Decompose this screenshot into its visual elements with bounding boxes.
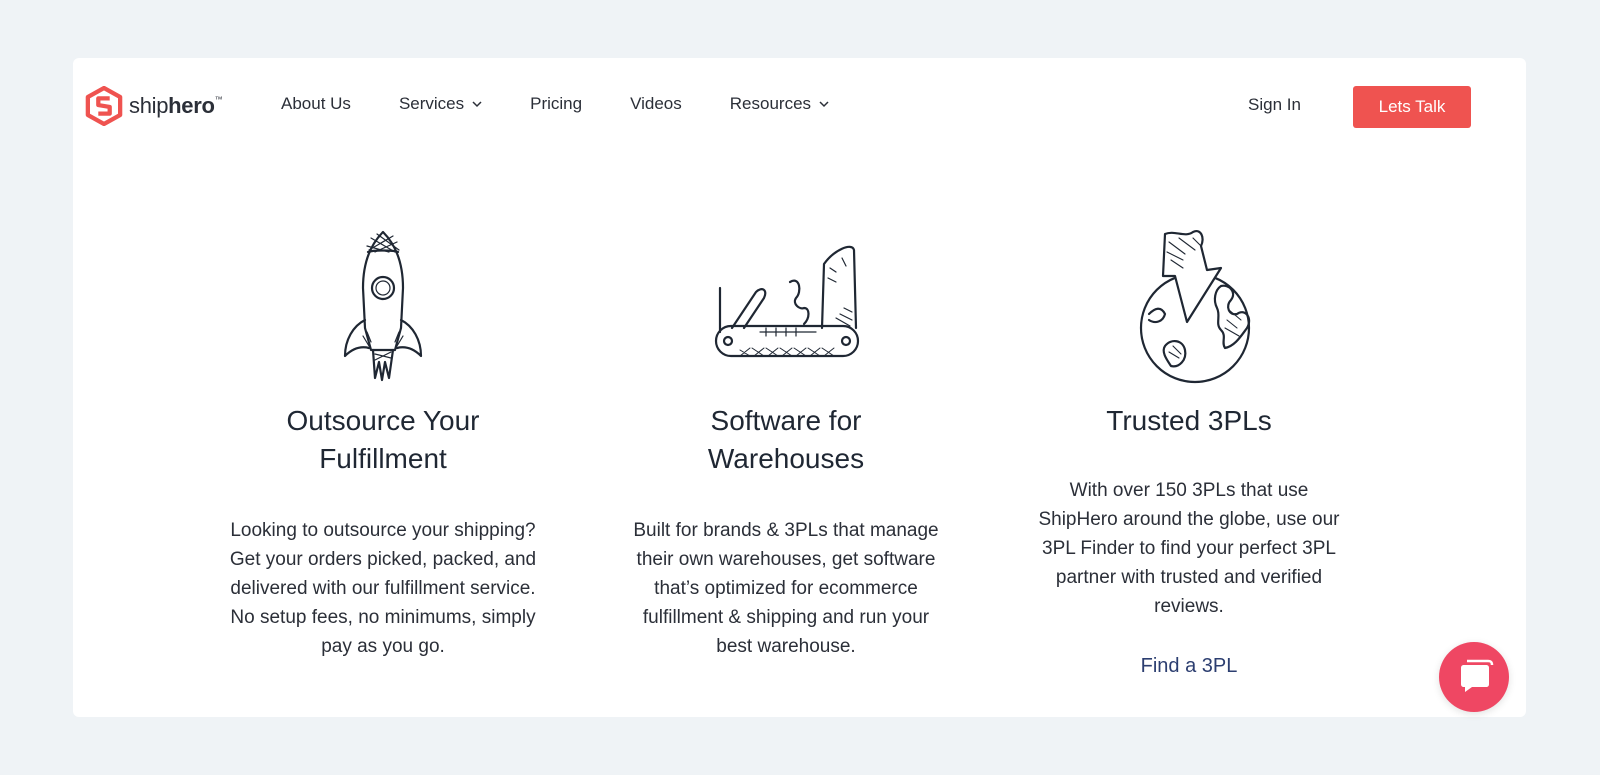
nav-item-label: Services — [398, 94, 465, 113]
globe-pin-icon — [1139, 230, 1251, 384]
feature-body: With over 150 3PLs that use ShipHero aro… — [1038, 480, 1340, 617]
chat-launcher-button[interactable] — [1439, 642, 1509, 712]
nav-item-about-us[interactable]: About Us — [281, 94, 351, 114]
nav-item-label: Pricing — [530, 94, 583, 113]
lets-talk-button[interactable]: Lets Talk — [1353, 86, 1471, 128]
page-card: shiphero™ About Us Services Pricing Vide… — [73, 58, 1526, 717]
feature-title: Software for Warehouses — [707, 405, 865, 474]
rocket-icon — [343, 230, 423, 382]
feature-outsource: Outsource Your Fulfillment Looking to ou… — [223, 228, 543, 661]
shiphero-logo-icon — [85, 86, 123, 126]
nav-item-label: Resources — [729, 94, 812, 113]
logo-wordmark: shiphero™ — [129, 93, 223, 118]
nav-item-services[interactable]: Services — [399, 94, 482, 114]
sign-in-link[interactable]: Sign In — [1248, 95, 1301, 115]
feature-title: Trusted 3PLs — [1106, 405, 1272, 436]
main-nav: About Us Services Pricing Videos Resourc… — [281, 94, 877, 114]
feature-3pls: Trusted 3PLs With over 150 3PLs that use… — [1029, 228, 1349, 678]
nav-item-label: Videos — [630, 94, 682, 113]
chevron-down-icon — [819, 100, 829, 107]
nav-item-videos[interactable]: Videos — [630, 94, 682, 114]
feature-title: Outsource Your Fulfillment — [286, 405, 480, 474]
nav-item-pricing[interactable]: Pricing — [530, 94, 582, 114]
find-3pl-link[interactable]: Find a 3PL — [1029, 655, 1349, 678]
chat-bubble-icon — [1461, 659, 1494, 692]
feature-body: Looking to outsource your shipping? Get … — [229, 520, 537, 657]
nav-item-resources[interactable]: Resources — [730, 94, 829, 114]
pocket-knife-icon — [714, 245, 860, 358]
chevron-down-icon — [472, 100, 482, 107]
feature-software: Software for Warehouses Built for brands… — [626, 228, 946, 661]
feature-body: Built for brands & 3PLs that manage thei… — [633, 520, 939, 657]
nav-item-label: About Us — [281, 94, 351, 113]
shiphero-logo[interactable]: shiphero™ — [85, 86, 223, 126]
